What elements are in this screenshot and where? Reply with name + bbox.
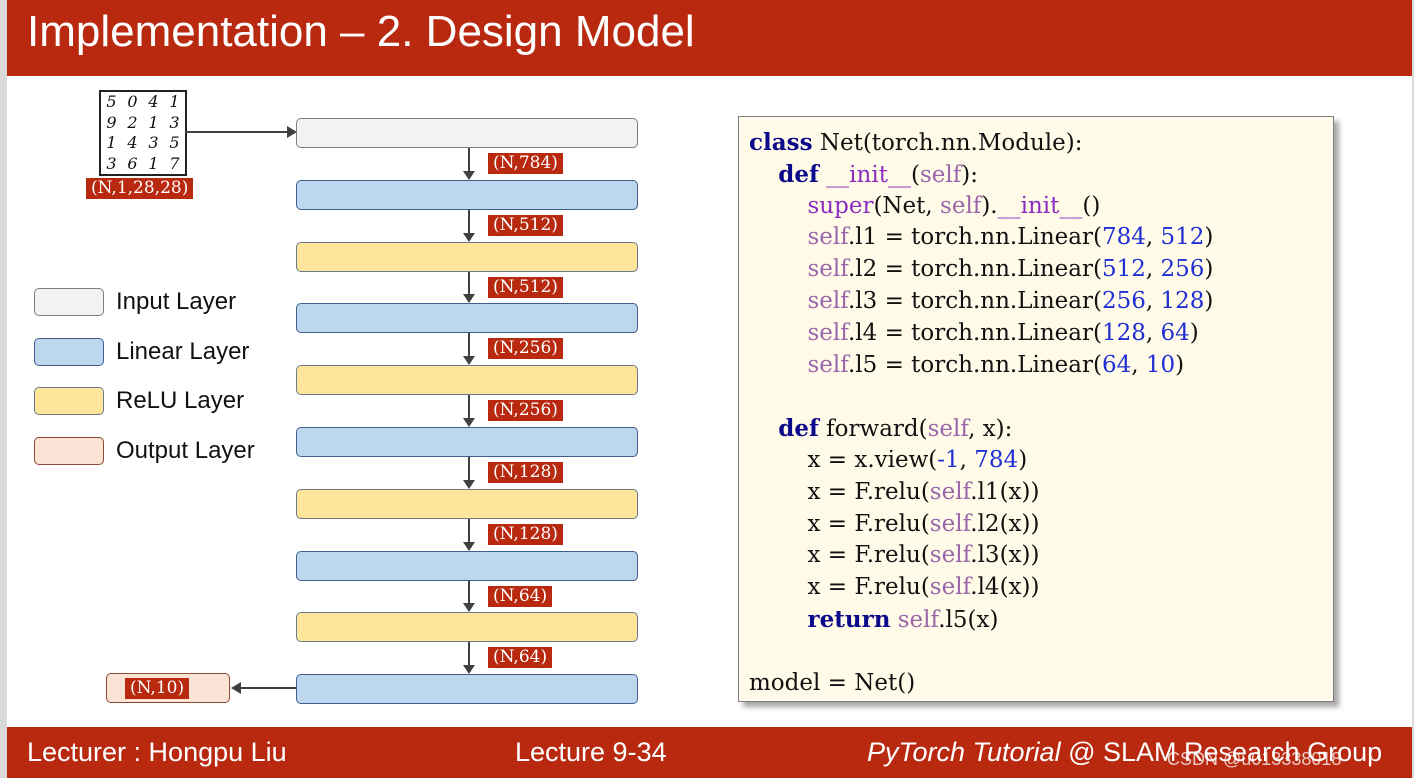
digit: 5 (169, 133, 180, 152)
digit: 1 (148, 112, 159, 132)
code-line: x = x.view(-1, 784) (749, 446, 1028, 473)
digit: 7 (169, 153, 180, 173)
flow-arrow (463, 642, 475, 674)
footer-lecturer: Lecturer : Hongpu Liu (27, 737, 287, 767)
input-layer-box (296, 118, 638, 148)
digit: 1 (148, 153, 159, 173)
code-line: self.l1 = torch.nn.Linear(784, 512) (807, 224, 1214, 251)
tensor-shape-label: (N,256) (488, 400, 563, 421)
legend-input-label: Input Layer (116, 288, 237, 315)
slide: Implementation – 2. Design Model 5041921… (7, 0, 1412, 778)
digit: 9 (106, 112, 117, 132)
relu-layer-box (296, 242, 638, 272)
code-line: x = F.relu(self.l1(x)) (749, 478, 1040, 505)
digit: 1 (169, 92, 180, 111)
code-line: ​ (749, 381, 1213, 413)
linear-layer-box (296, 427, 638, 457)
digit: 5 (106, 92, 117, 111)
code-panel: class Net(torch.nn.Module): def __init__… (738, 116, 1334, 702)
footer-lecture-number: Lecture 9-34 (515, 737, 667, 767)
footer-course-italic: PyTorch Tutorial (867, 737, 1061, 767)
linear-layer-box (296, 303, 638, 333)
digit: 3 (169, 112, 180, 132)
code-line: self.l2 = torch.nn.Linear(512, 256) (807, 256, 1214, 283)
tensor-shape-label: (N,64) (488, 647, 553, 668)
tensor-shape-label: (N,128) (488, 462, 563, 483)
digit: 1 (106, 133, 117, 152)
tensor-shape-label: (N,512) (488, 277, 563, 298)
legend-relu-label: ReLU Layer (116, 387, 245, 414)
tensor-shape-label: (N,784) (488, 153, 563, 174)
legend-linear-label: Linear Layer (116, 338, 250, 365)
digit: 0 (127, 92, 138, 111)
flow-arrow (463, 457, 475, 489)
code-line: return self.l5(x) (807, 605, 999, 633)
relu-layer-box (296, 365, 638, 395)
legend-output-swatch (34, 437, 104, 465)
code-line: x = F.relu(self.l3(x)) (749, 542, 1040, 569)
flow-arrow (463, 581, 475, 612)
code-line: class Net(torch.nn.Module): (749, 129, 1083, 156)
output-arrow-head (231, 682, 241, 694)
mnist-digits-image: 5041921314353617 (99, 90, 187, 176)
flow-arrow (463, 395, 475, 427)
linear-layer-box (296, 180, 638, 210)
code-line: ​ (749, 636, 1213, 668)
output-shape-label: (N,10) (125, 678, 190, 699)
digit: 2 (127, 112, 138, 132)
output-layer-box: (N,10) (106, 673, 230, 703)
legend-relu-swatch (34, 387, 104, 415)
tensor-shape-label: (N,64) (488, 586, 553, 607)
relu-layer-box (296, 489, 638, 519)
slide-header: Implementation – 2. Design Model (7, 0, 1412, 76)
slide-footer: Lecturer : Hongpu Liu Lecture 9-34 PyTor… (7, 727, 1412, 778)
digit: 4 (127, 133, 138, 152)
input-shape-label: (N,1,28,28) (86, 178, 194, 199)
relu-layer-box (296, 612, 638, 642)
footer-watermark: CSDN @u013338018 (1167, 749, 1342, 769)
code-line: def __init__(self): (778, 160, 978, 188)
slide-title: Implementation – 2. Design Model (27, 7, 695, 56)
slide-frame: Implementation – 2. Design Model 5041921… (0, 0, 1414, 778)
digit: 3 (106, 153, 117, 173)
linear-layer-box (296, 674, 638, 704)
digit: 3 (148, 133, 159, 152)
code-line: self.l5 = torch.nn.Linear(64, 10) (807, 351, 1185, 378)
digit: 4 (148, 92, 159, 111)
legend-linear-swatch (34, 338, 104, 366)
code-line: x = F.relu(self.l4(x)) (749, 574, 1040, 601)
flow-arrow (463, 148, 475, 180)
code-line: def forward(self, x): (778, 415, 1013, 443)
code-line: self.l4 = torch.nn.Linear(128, 64) (807, 319, 1199, 346)
input-arrow (185, 131, 289, 133)
tensor-shape-label: (N,256) (488, 338, 563, 359)
digit: 6 (127, 153, 138, 173)
legend-input-swatch (34, 288, 104, 316)
flow-arrow (463, 519, 475, 551)
tensor-shape-label: (N,512) (488, 215, 563, 236)
flow-arrow (463, 333, 475, 365)
linear-layer-box (296, 551, 638, 581)
code-block: class Net(torch.nn.Module): def __init__… (749, 127, 1213, 699)
code-line: self.l3 = torch.nn.Linear(256, 128) (807, 287, 1214, 314)
tensor-shape-label: (N,128) (488, 524, 563, 545)
code-line: x = F.relu(self.l2(x)) (749, 510, 1040, 537)
code-line: model = Net() (749, 669, 916, 696)
flow-arrow (463, 210, 475, 242)
output-arrow (240, 687, 296, 689)
legend-output-label: Output Layer (116, 437, 255, 464)
flow-arrow (463, 272, 475, 303)
code-line: super(Net, self).__init__() (807, 192, 1101, 219)
